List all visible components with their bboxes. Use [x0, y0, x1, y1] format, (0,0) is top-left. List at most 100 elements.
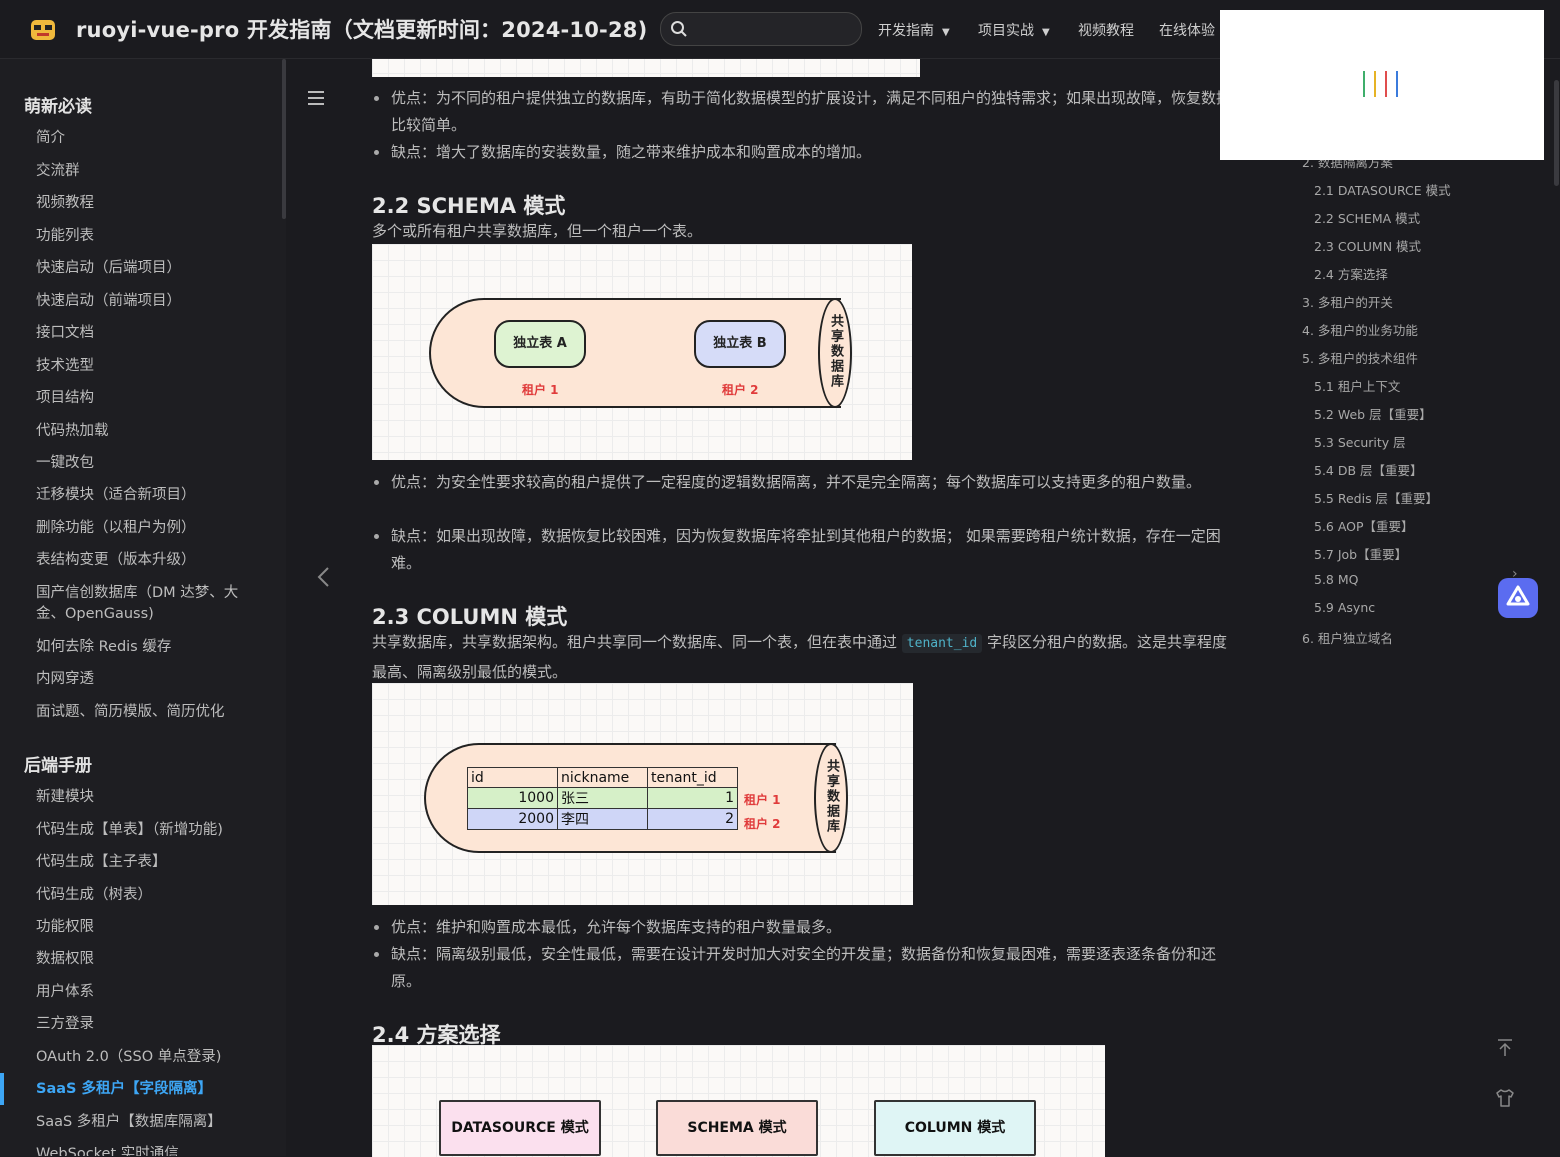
sidebar-group-title: 后端手册: [24, 756, 92, 776]
toc-item[interactable]: 5.8 MQ: [1314, 572, 1358, 587]
logo-icon[interactable]: [28, 14, 58, 44]
schema-diagram: 共享数据库 独立表 A 独立表 B 租户 1 租户 2: [372, 244, 912, 460]
list-item: 缺点：隔离级别最低，安全性最低，需要在设计开发时加大对安全的开发量；数据备份和恢…: [372, 941, 1232, 995]
nav-dev-guide[interactable]: 开发指南 ▼: [878, 20, 950, 40]
table-cell: 2: [647, 808, 738, 830]
loading-bar: [1363, 71, 1365, 97]
tenant-label: 租户 2: [722, 383, 759, 397]
table-header-row: id nickname tenant_id: [467, 767, 738, 788]
toc-item[interactable]: 5.9 Async: [1314, 600, 1375, 615]
list-item: 优点：为安全性要求较高的租户提供了一定程度的逻辑数据隔离，并不是完全隔离；每个数…: [372, 469, 1232, 496]
sidebar-item[interactable]: 项目结构: [36, 388, 266, 409]
caret-down-icon: ▼: [1042, 27, 1050, 38]
sidebar-item[interactable]: OAuth 2.0（SSO 单点登录): [36, 1047, 266, 1068]
choice-diagram: DATASOURCE 模式 SCHEMA 模式 COLUMN 模式: [372, 1045, 1105, 1157]
toc-item[interactable]: 5.6 AOP【重要】: [1314, 516, 1414, 535]
sidebar-item[interactable]: 技术选型: [36, 356, 266, 377]
sidebar-item[interactable]: 面试题、简历模版、简历优化: [36, 702, 266, 723]
toc-item[interactable]: 4. 多租户的业务功能: [1302, 320, 1418, 339]
loading-popup: [1220, 10, 1544, 160]
column-diagram: 共享数据库 id nickname tenant_id 1000 张三 1 20…: [372, 683, 913, 905]
sidebar-item[interactable]: 数据权限: [36, 949, 266, 970]
chevron-left-icon[interactable]: [316, 566, 332, 588]
sidebar-item[interactable]: 简介: [36, 128, 266, 149]
sidebar-item[interactable]: 用户体系: [36, 982, 266, 1003]
sidebar-item[interactable]: SaaS 多租户【数据库隔离】: [36, 1112, 266, 1133]
loading-bar: [1396, 71, 1398, 97]
sidebar-item[interactable]: 功能权限: [36, 917, 266, 938]
sidebar-item-active[interactable]: SaaS 多租户【字段隔离】: [36, 1079, 266, 1100]
sidebar-item[interactable]: 国产信创数据库（DM 达梦、大金、OpenGauss): [36, 583, 266, 625]
sidebar-item[interactable]: 视频教程: [36, 193, 266, 214]
sidebar-scrollbar[interactable]: [282, 59, 286, 219]
toc-item[interactable]: 5.3 Security 层: [1314, 432, 1406, 451]
toc-item[interactable]: 2.3 COLUMN 模式: [1314, 236, 1421, 255]
heading-schema: 2.2 SCHEMA 模式: [372, 194, 566, 218]
sidebar-item[interactable]: 新建模块: [36, 787, 266, 808]
toc-item[interactable]: 6. 租户独立域名: [1302, 628, 1393, 647]
list-item: 缺点：增大了数据库的安装数量，随之带来维护成本和购置成本的增加。: [372, 139, 1232, 166]
table-b-box: 独立表 B: [694, 320, 786, 368]
tenant-label: 租户 1: [744, 793, 781, 807]
toc-item[interactable]: 5.1 租户上下文: [1314, 376, 1400, 395]
toc-item[interactable]: 2.2 SCHEMA 模式: [1314, 208, 1420, 227]
toc-item[interactable]: 5.5 Redis 层【重要】: [1314, 488, 1438, 507]
sidebar-item[interactable]: 快速启动（后端项目）: [36, 258, 266, 279]
assistant-button[interactable]: [1498, 578, 1538, 618]
sidebar-item[interactable]: 迁移模块（适合新项目）: [36, 485, 266, 506]
sidebar-item[interactable]: 代码生成【单表】（新增功能): [36, 820, 266, 841]
loading-bar: [1385, 71, 1387, 97]
sidebar-item[interactable]: 如何去除 Redis 缓存: [36, 637, 266, 658]
table-header-cell: nickname: [557, 767, 648, 788]
sidebar-item[interactable]: 一键改包: [36, 453, 266, 474]
toc-item[interactable]: 5. 多租户的技术组件: [1302, 348, 1418, 367]
shared-db-label: 共享数据库: [824, 759, 839, 834]
assistant-icon: [1506, 585, 1530, 606]
sidebar-item[interactable]: 表结构变更（版本升级）: [36, 550, 266, 571]
tenant-label: 租户 1: [522, 383, 559, 397]
sidebar-item[interactable]: 删除功能（以租户为例）: [36, 518, 266, 539]
sidebar-item[interactable]: 功能列表: [36, 226, 266, 247]
table-header-cell: id: [467, 767, 558, 788]
toc-item[interactable]: 5.7 Job【重要】: [1314, 544, 1407, 563]
toc-item[interactable]: 5.4 DB 层【重要】: [1314, 460, 1423, 479]
arrow-up-icon[interactable]: [1493, 1036, 1517, 1060]
sidebar-item[interactable]: 代码生成【主子表】: [36, 852, 266, 873]
hamburger-icon[interactable]: [306, 88, 326, 108]
tenant-label: 租户 2: [744, 817, 781, 831]
table-cell: 张三: [557, 787, 648, 809]
tenant-table: id nickname tenant_id 1000 张三 1 2000 李四 …: [467, 767, 738, 830]
nav-projects[interactable]: 项目实战 ▼: [978, 20, 1050, 40]
sidebar-item[interactable]: WebSocket 实时通信: [36, 1144, 266, 1156]
search-box[interactable]: [660, 12, 862, 46]
column-description: 共享数据库，共享数据架构。租户共享同一个数据库、同一个表，但在表中通过 tena…: [372, 633, 1228, 681]
table-cell: 2000: [467, 808, 558, 830]
sidebar-item[interactable]: 快速启动（前端项目）: [36, 291, 266, 312]
sidebar-item[interactable]: 三方登录: [36, 1014, 266, 1035]
toc-item[interactable]: 3. 多租户的开关: [1302, 292, 1393, 311]
heading-column: 2.3 COLUMN 模式: [372, 605, 568, 629]
shirt-icon[interactable]: [1493, 1086, 1517, 1110]
sidebar-item[interactable]: 交流群: [36, 161, 266, 182]
sidebar-item[interactable]: 代码热加载: [36, 421, 266, 442]
nav-online-demo[interactable]: 在线体验: [1159, 20, 1215, 40]
search-input[interactable]: [695, 17, 855, 41]
nav-videos[interactable]: 视频教程: [1078, 20, 1134, 40]
sidebar-item[interactable]: 内网穿透: [36, 669, 266, 690]
caret-down-icon: ▼: [942, 27, 950, 38]
column-mode-box: COLUMN 模式: [874, 1100, 1036, 1156]
previous-diagram: [372, 57, 920, 77]
toc-item[interactable]: 2.1 DATASOURCE 模式: [1314, 180, 1451, 199]
toc-item[interactable]: 2.4 方案选择: [1314, 264, 1388, 283]
sidebar-item[interactable]: 代码生成（树表）: [36, 885, 266, 906]
toc-item[interactable]: 5.2 Web 层【重要】: [1314, 404, 1432, 423]
site-title[interactable]: ruoyi-vue-pro 开发指南（文档更新时间：2024-10-28): [76, 14, 647, 44]
schema-mode-box: SCHEMA 模式: [656, 1100, 818, 1156]
table-row: 2000 李四 2: [467, 808, 738, 830]
loading-bars: [1363, 71, 1407, 101]
table-cell: 1000: [467, 787, 558, 809]
table-cell: 1: [647, 787, 738, 809]
page-scrollbar[interactable]: [1554, 80, 1559, 186]
sidebar-item[interactable]: 接口文档: [36, 323, 266, 344]
list-item: 缺点：如果出现故障，数据恢复比较困难，因为恢复数据库将牵扯到其他租户的数据； 如…: [372, 523, 1232, 577]
